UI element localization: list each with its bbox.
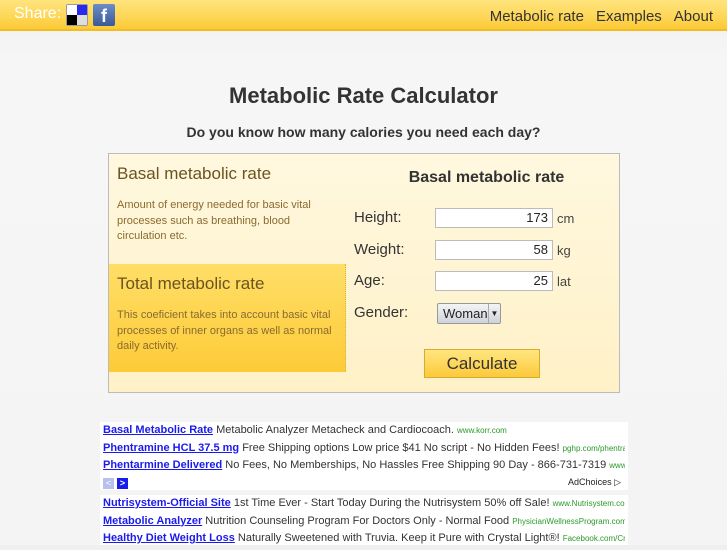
ad-row: Phentarmine Delivered No Fees, No Member… bbox=[103, 459, 625, 477]
header-bar: Share: f Metabolic rate Examples About bbox=[0, 0, 727, 31]
ad-link[interactable]: Basal Metabolic Rate bbox=[103, 424, 213, 436]
gender-label: Gender: bbox=[354, 304, 409, 321]
item-desc: Amount of energy needed for basic vital … bbox=[117, 199, 311, 242]
gender-value: Woman bbox=[443, 306, 488, 321]
ad-url[interactable]: www.BestP... bbox=[609, 461, 625, 470]
item-title: Total metabolic rate bbox=[117, 274, 265, 293]
chevron-left-icon[interactable]: < bbox=[103, 477, 114, 489]
nav-about[interactable]: About bbox=[674, 8, 713, 25]
calculate-button[interactable]: Calculate bbox=[424, 349, 540, 378]
ad-row: Basal Metabolic Rate Metabolic Analyzer … bbox=[103, 424, 625, 442]
ad-url[interactable]: PhysicianWellnessProgram.com bbox=[512, 517, 625, 526]
sidebar-item-basal[interactable]: Basal metabolic rate Amount of energy ne… bbox=[109, 154, 346, 264]
facebook-icon[interactable]: f bbox=[93, 4, 115, 26]
ad-text: Metabolic Analyzer Metacheck and Cardioc… bbox=[216, 424, 454, 436]
ad-nav: < > AdChoices ▷ bbox=[103, 477, 625, 491]
ad-text: Naturally Sweetened with Truvia. Keep it… bbox=[237, 532, 560, 544]
ad-row: Phentramine HCL 37.5 mg Free Shipping op… bbox=[103, 442, 625, 460]
calculator-panel: Basal metabolic rate Amount of energy ne… bbox=[108, 153, 620, 393]
gender-select[interactable]: Woman ▼ bbox=[437, 303, 501, 324]
ad-link[interactable]: Healthy Diet Weight Loss bbox=[103, 532, 235, 544]
ad-link[interactable]: Nutrisystem-Official Site bbox=[103, 497, 231, 509]
ad-row: Nutrisystem-Official Site 1st Time Ever … bbox=[103, 497, 625, 515]
item-desc: This coeficient takes into account basic… bbox=[117, 309, 332, 352]
ad-url[interactable]: www.korr.com bbox=[457, 426, 507, 435]
age-input[interactable]: 25 bbox=[435, 271, 553, 291]
top-nav: Metabolic rate Examples About bbox=[478, 8, 713, 25]
ad-url[interactable]: pghp.com/phentramine bbox=[563, 444, 625, 453]
chevron-right-icon[interactable]: > bbox=[117, 477, 129, 489]
nav-examples[interactable]: Examples bbox=[596, 8, 662, 25]
height-input[interactable]: 173 bbox=[435, 208, 553, 228]
ad-text: 1st Time Ever - Start Today During the N… bbox=[233, 497, 550, 509]
share-label: Share: bbox=[14, 5, 62, 22]
ad-block: Basal Metabolic Rate Metabolic Analyzer … bbox=[100, 422, 628, 490]
ad-link[interactable]: Metabolic Analyzer bbox=[103, 515, 202, 527]
sidebar-item-total[interactable]: Total metabolic rate This coeficient tak… bbox=[109, 264, 346, 372]
page-subtitle: Do you know how many calories you need e… bbox=[186, 124, 541, 140]
ad-text: No Fees, No Memberships, No Hassles Free… bbox=[225, 459, 607, 471]
form-title: Basal metabolic rate bbox=[408, 169, 565, 186]
ad-text: Nutrition Counseling Program For Doctors… bbox=[205, 514, 510, 527]
weight-unit: kg bbox=[557, 243, 571, 258]
chevron-down-icon: ▼ bbox=[488, 304, 500, 323]
ad-url[interactable]: www.Nutrisystem.com bbox=[553, 499, 625, 508]
age-label: Age: bbox=[354, 272, 385, 289]
ad-text: Free Shipping options Low price $41 No s… bbox=[242, 441, 560, 454]
page-title: Metabolic Rate Calculator bbox=[229, 83, 498, 108]
adchoices-link[interactable]: AdChoices ▷ bbox=[568, 477, 621, 488]
ad-url[interactable]: Facebook.com/CrystalLi... bbox=[563, 534, 625, 543]
age-unit: lat bbox=[557, 274, 571, 289]
ad-row: Metabolic Analyzer Nutrition Counseling … bbox=[103, 515, 625, 533]
height-unit: cm bbox=[557, 211, 575, 226]
weight-input[interactable]: 58 bbox=[435, 240, 553, 260]
height-label: Height: bbox=[354, 209, 402, 226]
delicious-icon[interactable] bbox=[66, 4, 88, 26]
nav-metabolic-rate[interactable]: Metabolic rate bbox=[490, 8, 584, 25]
ad-block: Nutrisystem-Official Site 1st Time Ever … bbox=[100, 495, 628, 545]
ad-row: Healthy Diet Weight Loss Naturally Sweet… bbox=[103, 532, 625, 550]
ad-link[interactable]: Phentarmine Delivered bbox=[103, 459, 222, 471]
ad-link[interactable]: Phentramine HCL 37.5 mg bbox=[103, 442, 239, 454]
weight-label: Weight: bbox=[354, 241, 405, 258]
item-title: Basal metabolic rate bbox=[117, 164, 272, 183]
